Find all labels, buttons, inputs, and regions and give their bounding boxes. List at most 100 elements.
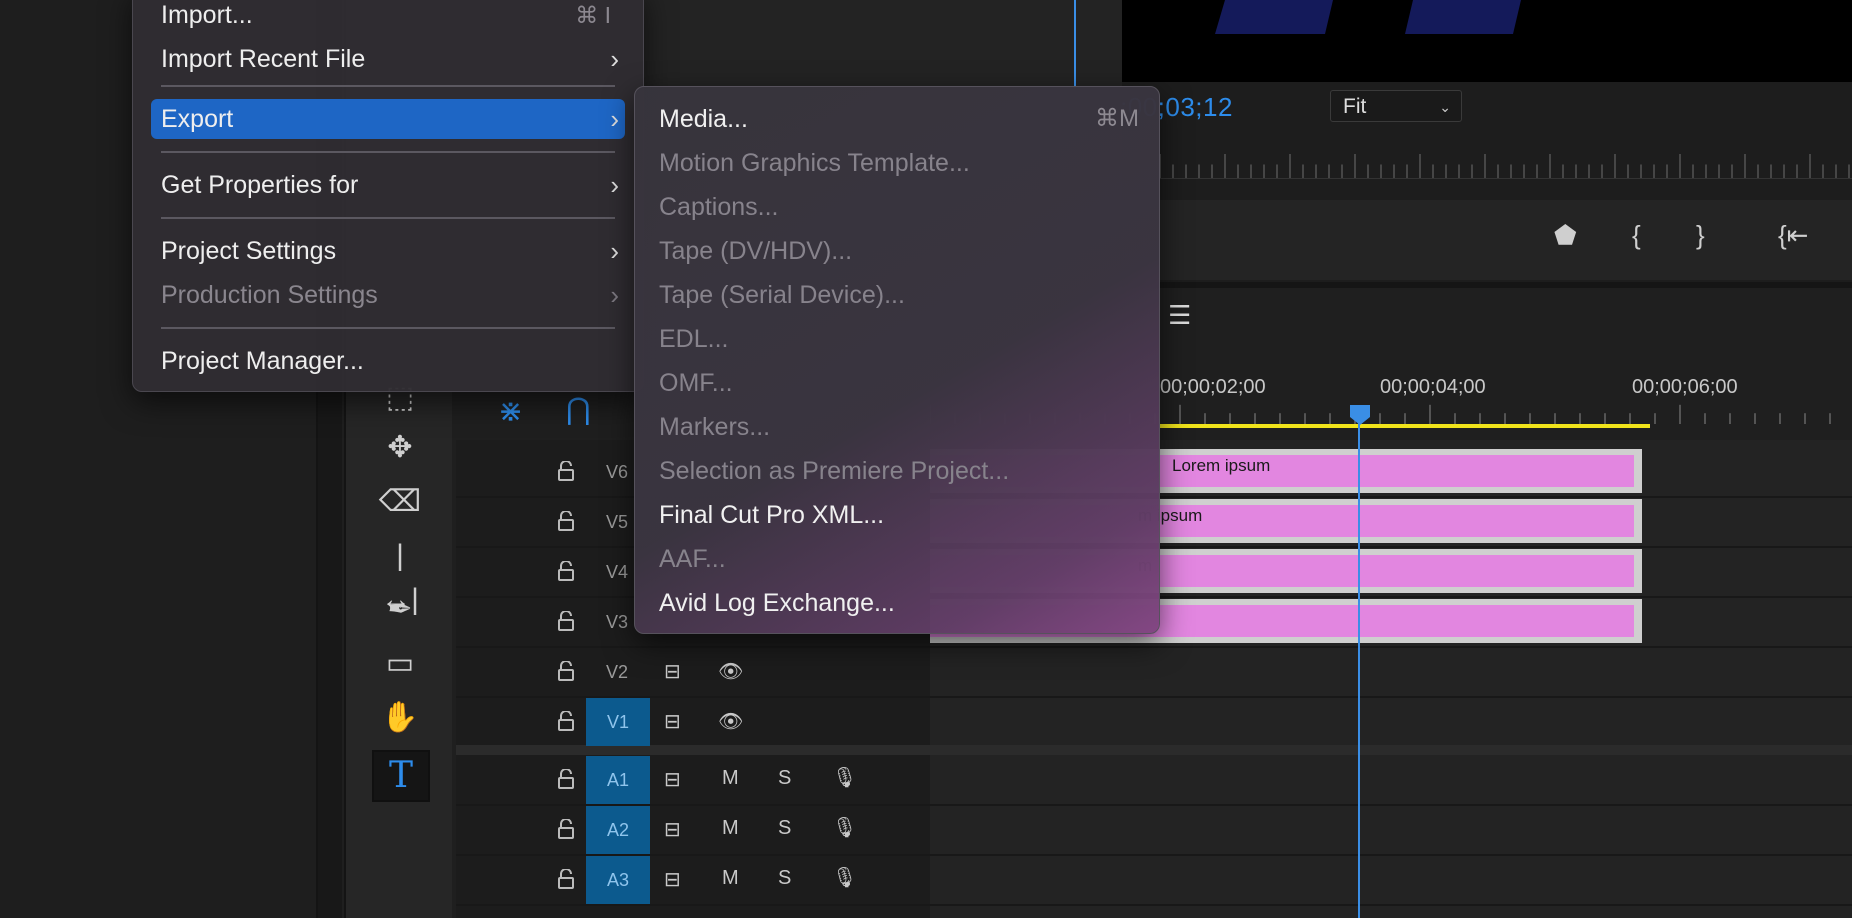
export-selection-as-premiere-project: Selection as Premiere Project... <box>659 457 1010 485</box>
mark-out-icon[interactable]: } <box>1696 220 1705 251</box>
sync-lock-icon[interactable]: ⊟ <box>664 867 681 892</box>
rolling-edit-tool-icon[interactable]: ✥ <box>378 426 422 470</box>
sync-lock-icon[interactable]: ⊟ <box>664 817 681 842</box>
track-label-v5[interactable]: V5 <box>606 512 628 533</box>
chevron-right-icon: › <box>610 236 619 266</box>
export-media[interactable]: Media... ⌘M <box>659 101 1139 137</box>
lock-icon[interactable] <box>557 711 575 731</box>
timeline-menu-icon[interactable]: ☰ <box>1168 300 1191 331</box>
menu-item-project-settings[interactable]: Project Settings › <box>151 231 625 271</box>
add-marker-icon[interactable]: ⬟ <box>1554 220 1577 251</box>
track-target-a2[interactable]: A2 <box>586 806 650 854</box>
export-tape-dv-hdv: Tape (DV/HDV)... <box>659 237 853 265</box>
microphone-icon[interactable]: 🎙 <box>832 865 857 890</box>
export-omf: OMF... <box>659 369 733 397</box>
chevron-down-icon: ⌄ <box>1439 99 1451 115</box>
rectangle-tool-icon[interactable]: ▭ <box>378 642 422 686</box>
video-audio-divider[interactable] <box>456 745 1852 755</box>
menu-item-export[interactable]: Export › <box>151 99 625 139</box>
eye-icon[interactable]: 👁 <box>718 709 743 734</box>
export-captions: Captions... <box>659 193 779 221</box>
lock-icon[interactable] <box>557 769 575 789</box>
track-label-v3[interactable]: V3 <box>606 612 628 633</box>
menu-item-import-recent-file[interactable]: Import Recent File › <box>151 39 625 79</box>
transport-bar <box>1122 200 1852 280</box>
microphone-icon[interactable]: 🎙 <box>832 815 857 840</box>
hand-tool-icon[interactable]: ✋ <box>378 696 422 740</box>
lock-icon[interactable] <box>557 461 575 481</box>
export-edl: EDL... <box>659 325 729 353</box>
monitor-time-ruler[interactable] <box>1160 148 1852 179</box>
track-label-v2[interactable]: V2 <box>606 662 628 683</box>
menu-item-label: Get Properties for <box>161 171 359 199</box>
menu-separator <box>161 151 615 153</box>
menu-separator <box>161 327 615 329</box>
menu-item-get-properties-for[interactable]: Get Properties for › <box>151 165 625 205</box>
sync-lock-icon[interactable]: ⊟ <box>664 659 681 684</box>
lock-icon[interactable] <box>557 869 575 889</box>
source-playhead-line <box>1074 0 1076 88</box>
lock-icon[interactable] <box>557 819 575 839</box>
track-target-a3[interactable]: A3 <box>586 856 650 904</box>
chevron-right-icon: › <box>610 104 619 134</box>
export-avid-log-exchange[interactable]: Avid Log Exchange... <box>659 585 1139 621</box>
submenu-item-label: Media... <box>659 105 748 133</box>
slip-tool-icon[interactable]: |↔| <box>378 534 422 616</box>
magnet-icon[interactable]: ⋂ <box>566 392 591 427</box>
chevron-right-icon: › <box>610 170 619 200</box>
solo-button[interactable]: S <box>778 867 791 890</box>
go-to-in-icon[interactable]: {⇤ <box>1778 220 1808 251</box>
solo-button[interactable]: S <box>778 767 791 790</box>
mute-button[interactable]: M <box>722 867 739 890</box>
export-submenu: Media... ⌘M Motion Graphics Template... … <box>634 86 1160 634</box>
zoom-fit-value: Fit <box>1343 95 1367 118</box>
track-label-v4[interactable]: V4 <box>606 562 628 583</box>
razor-tool-icon[interactable]: ⌫ <box>378 480 422 524</box>
track-target-v1[interactable]: V1 <box>586 698 650 746</box>
type-tool-icon[interactable]: T <box>372 750 430 802</box>
playhead-handle[interactable] <box>1348 403 1372 425</box>
mark-in-icon[interactable]: { <box>1632 220 1641 251</box>
export-final-cut-pro-xml[interactable]: Final Cut Pro XML... <box>659 497 1139 533</box>
menu-separator <box>161 85 615 87</box>
pen-tool-icon[interactable]: ✒ <box>378 588 422 632</box>
mute-button[interactable]: M <box>722 817 739 840</box>
program-video-shapes <box>1215 0 1521 34</box>
file-menu: Import... ⌘ I Import Recent File › Expor… <box>132 0 644 392</box>
solo-button[interactable]: S <box>778 817 791 840</box>
snap-icon[interactable]: ⋇ <box>498 394 523 429</box>
submenu-item-shortcut: ⌘M <box>1095 105 1139 132</box>
menu-item-label: Import... <box>161 1 253 29</box>
menu-item-shortcut: ⌘ I <box>575 2 611 28</box>
menu-separator <box>161 217 615 219</box>
chevron-right-icon: › <box>610 44 619 74</box>
menu-item-import[interactable]: Import... ⌘ I <box>151 0 625 35</box>
menu-item-project-manager[interactable]: Project Manager... <box>151 341 625 381</box>
mute-button[interactable]: M <box>722 767 739 790</box>
lock-icon[interactable] <box>557 611 575 631</box>
track-target-a1[interactable]: A1 <box>586 756 650 804</box>
playhead-line[interactable] <box>1358 420 1360 918</box>
menu-item-label: Project Settings <box>161 237 337 265</box>
zoom-fit-select[interactable]: Fit ⌄ <box>1330 90 1462 122</box>
export-aaf: AAF... <box>659 545 726 573</box>
work-area-bar[interactable] <box>1160 424 1650 428</box>
menu-item-label: Import Recent File <box>161 45 366 73</box>
lock-icon[interactable] <box>557 661 575 681</box>
timeline-header <box>1122 282 1852 378</box>
microphone-icon[interactable]: 🎙 <box>832 765 857 790</box>
menu-item-label: Export <box>161 105 234 133</box>
chevron-right-icon: › <box>610 280 619 310</box>
time-label: 00;00;04;00 <box>1380 376 1486 398</box>
sync-lock-icon[interactable]: ⊟ <box>664 767 681 792</box>
menu-item-production-settings: Production Settings › <box>151 275 625 315</box>
track-label-v6[interactable]: V6 <box>606 462 628 483</box>
menu-item-label: Production Settings <box>161 281 378 309</box>
export-motion-graphics-template: Motion Graphics Template... <box>659 149 970 177</box>
lock-icon[interactable] <box>557 511 575 531</box>
time-label: 00;00;06;00 <box>1632 376 1738 398</box>
lock-icon[interactable] <box>557 561 575 581</box>
sync-lock-icon[interactable]: ⊟ <box>664 709 681 734</box>
eye-icon[interactable]: 👁 <box>718 659 743 684</box>
menu-item-label: Project Manager... <box>161 347 364 375</box>
